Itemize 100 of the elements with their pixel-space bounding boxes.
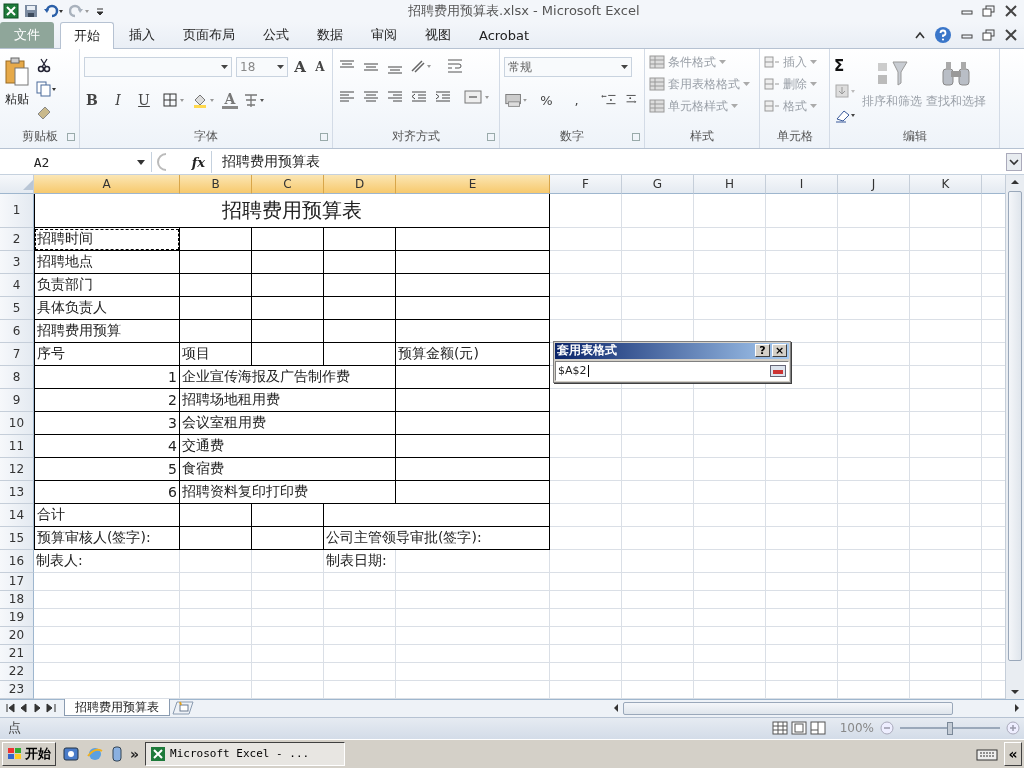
number-format-field[interactable]: 常规 xyxy=(504,57,632,78)
row-header[interactable]: 14 xyxy=(0,503,34,527)
ribbon-tab[interactable]: 数据 xyxy=(304,22,356,49)
table-cell: 4 xyxy=(168,437,177,454)
underline-button[interactable]: U xyxy=(136,92,152,109)
percent-button[interactable]: % xyxy=(538,92,555,108)
zoom-out-icon[interactable] xyxy=(880,721,894,736)
fill-icon[interactable] xyxy=(834,83,858,100)
page-layout-view-icon[interactable] xyxy=(790,721,807,736)
desktop-icon[interactable] xyxy=(62,744,80,763)
table-cell: 交通费 xyxy=(182,436,224,453)
group-label: 单元格 xyxy=(776,128,813,146)
row-header[interactable]: 12 xyxy=(0,457,34,481)
start-button[interactable]: 开始 xyxy=(2,741,56,766)
close-icon[interactable] xyxy=(1004,29,1018,42)
row-header[interactable]: 16 xyxy=(0,549,34,573)
row-header[interactable]: 5 xyxy=(0,296,34,320)
cells-icon xyxy=(764,77,780,92)
group-label: 剪贴板 xyxy=(21,128,58,146)
excel-logo-icon[interactable] xyxy=(3,2,19,19)
grow-font-button[interactable]: A xyxy=(292,58,308,77)
help-icon[interactable] xyxy=(934,26,952,45)
horizontal-scrollbar-thumb[interactable] xyxy=(623,701,953,715)
table-cell: 预算金额(元) xyxy=(398,344,479,361)
close-button[interactable]: × xyxy=(772,344,787,358)
taskbar-button[interactable]: Microsoft Excel - ... xyxy=(145,741,346,766)
row-header[interactable]: 1 xyxy=(0,193,34,228)
help-button[interactable]: ? xyxy=(755,344,770,358)
save-icon[interactable] xyxy=(23,2,39,19)
more-icons-chevron[interactable]: » xyxy=(130,745,140,762)
dialog-launcher-icon[interactable] xyxy=(632,132,640,141)
normal-view-icon[interactable] xyxy=(771,721,788,736)
italic-button[interactable]: I xyxy=(110,92,126,109)
undo-icon[interactable] xyxy=(43,2,65,19)
paste-button[interactable]: 粘贴 xyxy=(4,55,30,126)
caret-icon xyxy=(731,104,738,109)
ribbon-tab[interactable]: 开始 xyxy=(60,22,114,50)
dialog-launcher-icon[interactable] xyxy=(67,132,75,141)
insert-function-button[interactable]: fx xyxy=(176,151,212,174)
row-header[interactable]: 6 xyxy=(0,319,34,343)
row-header[interactable]: 8 xyxy=(0,365,34,389)
ribbon-tab[interactable]: 公式 xyxy=(250,22,302,49)
formula-field[interactable]: 招聘费用预算表 xyxy=(212,153,1006,172)
group-label: 字体 xyxy=(194,128,218,146)
vertical-scrollbar-thumb[interactable] xyxy=(1008,190,1022,661)
font-name-field[interactable] xyxy=(84,57,232,78)
currency-format-icon[interactable] xyxy=(504,91,530,110)
tray-collapse-button[interactable]: « xyxy=(1004,741,1022,766)
restore-icon[interactable] xyxy=(982,29,996,42)
row-header[interactable]: 11 xyxy=(0,434,34,458)
page-break-view-icon[interactable] xyxy=(809,721,826,736)
table-cell: 5 xyxy=(168,460,177,477)
ribbon-tab[interactable]: Acrobat xyxy=(466,22,543,49)
cells-icon xyxy=(764,55,780,70)
wrap-text-icon[interactable] xyxy=(445,57,465,76)
close-icon[interactable] xyxy=(1004,4,1018,17)
collapse-dialog-icon[interactable] xyxy=(770,364,786,377)
media-player-icon[interactable] xyxy=(110,744,124,763)
expand-formula-icon[interactable] xyxy=(1006,153,1022,172)
ribbon-tab[interactable]: 插入 xyxy=(116,22,168,49)
table-cell: 企业宣传海报及广告制作费 xyxy=(182,367,350,384)
comma-style-button[interactable]: , xyxy=(568,92,585,108)
row-header[interactable]: 2 xyxy=(0,227,34,251)
row-header[interactable]: 7 xyxy=(0,342,34,366)
caret-icon xyxy=(221,65,228,70)
excel-logo-icon xyxy=(150,745,167,762)
zoom-slider[interactable] xyxy=(947,722,953,736)
autosum-button[interactable]: Σ xyxy=(834,57,858,76)
ribbon-tab[interactable]: 审阅 xyxy=(358,22,410,49)
caret-icon xyxy=(810,82,817,87)
zoom-in-icon[interactable] xyxy=(1006,721,1020,736)
range-field[interactable]: $A$2 xyxy=(555,360,789,381)
format-painter-icon[interactable] xyxy=(36,105,52,122)
keyboard-icon[interactable] xyxy=(976,746,998,761)
table-cell: 合计 xyxy=(37,505,65,522)
row-header[interactable]: 9 xyxy=(0,388,34,412)
group-label: 数字 xyxy=(560,128,584,146)
bold-button[interactable]: B xyxy=(84,92,100,109)
row-header[interactable]: 4 xyxy=(0,273,34,297)
ribbon-tab[interactable]: 视图 xyxy=(412,22,464,49)
row-header[interactable]: 3 xyxy=(0,250,34,274)
font-color-button[interactable]: A xyxy=(222,91,238,109)
dialog-launcher-icon[interactable] xyxy=(320,132,328,141)
dialog-launcher-icon[interactable] xyxy=(487,132,495,141)
row-header[interactable]: 13 xyxy=(0,480,34,504)
table-cell: 制表日期: xyxy=(326,551,387,568)
new-sheet-icon[interactable] xyxy=(172,701,194,716)
row-header[interactable]: 10 xyxy=(0,411,34,435)
ribbon-tab[interactable]: 页面布局 xyxy=(170,22,248,49)
name-box[interactable]: A2 xyxy=(0,152,152,173)
row-header[interactable]: 15 xyxy=(0,526,34,550)
caret-icon xyxy=(137,159,145,165)
dialog-title: 套用表格式 xyxy=(557,342,618,360)
shrink-font-button[interactable]: A xyxy=(312,60,328,75)
collapse-ribbon-icon[interactable] xyxy=(914,30,926,41)
copy-icon[interactable] xyxy=(36,81,58,98)
table-cell: 负责部门 xyxy=(37,275,93,292)
restore-icon[interactable] xyxy=(982,4,996,17)
cut-icon[interactable] xyxy=(36,57,52,74)
table-cell: 项目 xyxy=(182,344,210,361)
